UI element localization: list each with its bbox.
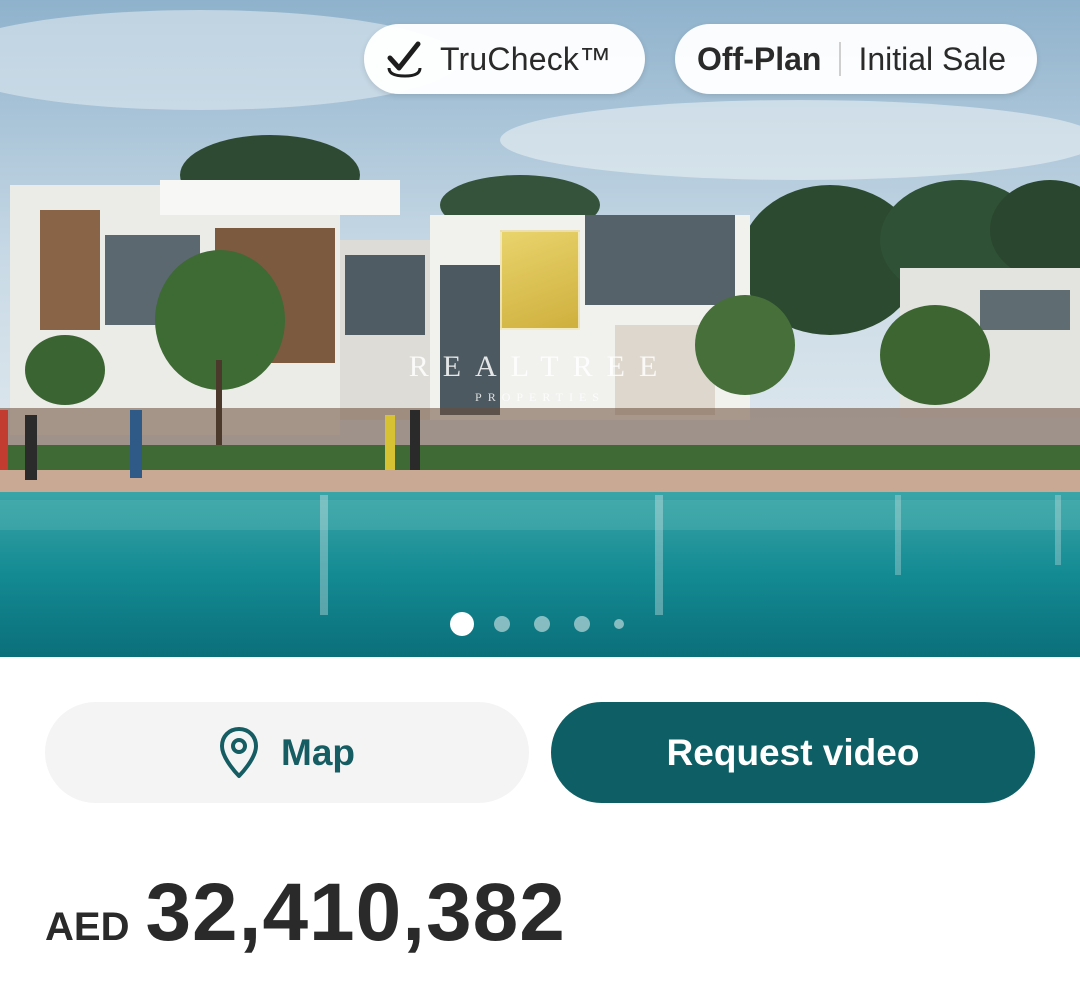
action-buttons: Map Request video xyxy=(45,702,1035,803)
status-divider xyxy=(839,42,842,76)
sale-type: Initial Sale xyxy=(858,40,1007,77)
watermark-brand: REALTREE xyxy=(408,350,672,383)
gallery-dot[interactable] xyxy=(494,616,510,632)
listing-status-badge: Off-Plan Initial Sale xyxy=(675,24,1037,94)
gallery-dot[interactable] xyxy=(450,612,474,636)
gallery-dot[interactable] xyxy=(534,616,550,632)
property-gallery[interactable]: REALTREE PROPERTIES TruCheck™ Off-Plan I… xyxy=(0,0,1080,657)
price-currency: AED xyxy=(45,905,130,949)
gallery-dot[interactable] xyxy=(574,616,590,632)
watermark: REALTREE PROPERTIES xyxy=(400,230,680,405)
price: AED 32,410,382 xyxy=(45,866,566,960)
request-video-label: Request video xyxy=(666,731,920,773)
gallery-dot[interactable] xyxy=(614,619,624,629)
check-icon xyxy=(387,41,422,78)
trucheck-label: TruCheck™ xyxy=(440,40,612,77)
completion-status: Off-Plan xyxy=(697,40,822,77)
watermark-logo xyxy=(500,230,580,330)
location-pin-icon xyxy=(220,726,258,778)
map-button-label: Map xyxy=(281,731,355,773)
gallery-pagination xyxy=(450,612,624,636)
price-amount: 32,410,382 xyxy=(145,867,566,958)
watermark-subtitle: PROPERTIES xyxy=(475,390,605,404)
map-button[interactable]: Map xyxy=(45,702,529,803)
trucheck-badge[interactable]: TruCheck™ xyxy=(364,24,645,94)
request-video-button[interactable]: Request video xyxy=(551,702,1035,803)
